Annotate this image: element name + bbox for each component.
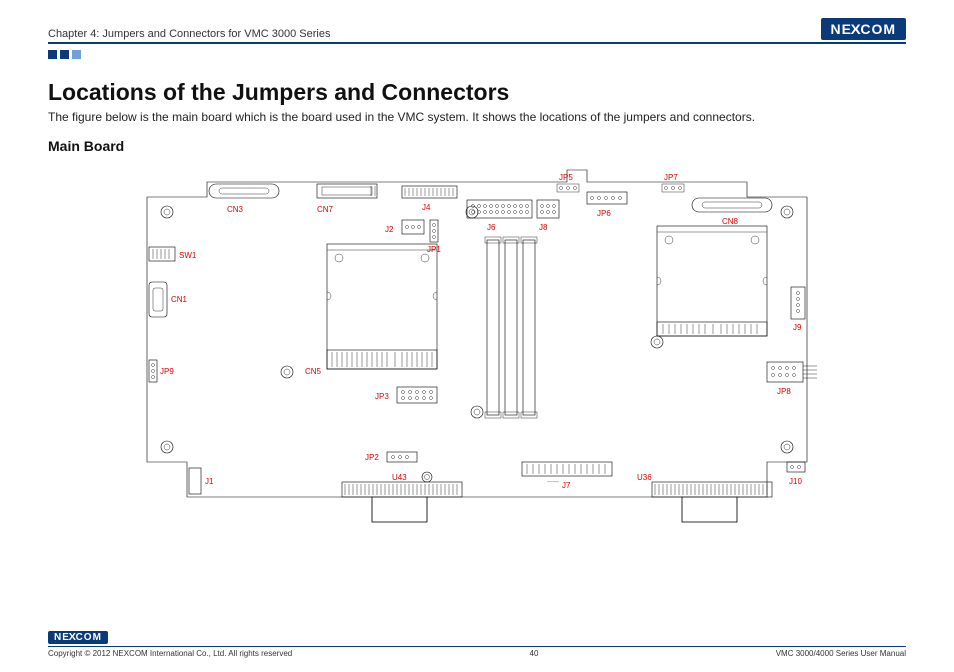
label-j6: J6 (487, 223, 496, 232)
decorative-squares (48, 50, 906, 59)
page-header: Chapter 4: Jumpers and Connectors for VM… (48, 18, 906, 40)
footer-brand-logo: NEXCOM (48, 631, 108, 644)
label-jp7: JP7 (664, 173, 678, 182)
label-j2: J2 (385, 225, 394, 234)
label-jp2: JP2 (365, 453, 379, 462)
label-j1: J1 (205, 477, 214, 486)
label-j7: J7 (562, 481, 571, 490)
label-cn5: CN5 (305, 367, 322, 376)
page-title: Locations of the Jumpers and Connectors (48, 79, 906, 106)
board-diagram-container: CN3 CN7 J4 (48, 162, 906, 532)
label-j9: J9 (793, 323, 802, 332)
label-j10: J10 (789, 477, 802, 486)
footer-doc-title: VMC 3000/4000 Series User Manual (776, 649, 906, 658)
label-cn7: CN7 (317, 205, 334, 214)
logo-x-icon: X (850, 21, 861, 37)
label-jp6: JP6 (597, 209, 611, 218)
chapter-title: Chapter 4: Jumpers and Connectors for VM… (48, 28, 330, 40)
label-u36: U36 (637, 473, 652, 482)
label-jp5: JP5 (559, 173, 573, 182)
svg-text:———: ——— (547, 478, 559, 483)
label-jp3: JP3 (375, 392, 389, 401)
label-u43: U43 (392, 473, 407, 482)
footer-page-number: 40 (530, 649, 539, 658)
label-jp9: JP9 (160, 367, 174, 376)
page-footer: NEXCOM Copyright © 2012 NEXCOM Internati… (48, 631, 906, 658)
label-j8: J8 (539, 223, 548, 232)
section-subtitle: Main Board (48, 138, 906, 154)
main-board-diagram: CN3 CN7 J4 (127, 162, 827, 532)
label-jp8: JP8 (777, 387, 791, 396)
footer-copyright: Copyright © 2012 NEXCOM International Co… (48, 649, 292, 658)
label-cn1: CN1 (171, 295, 188, 304)
label-cn8: CN8 (722, 217, 739, 226)
brand-logo: NEXCOM (821, 18, 906, 40)
label-cn3: CN3 (227, 205, 244, 214)
label-jp1: JP1 (427, 245, 441, 254)
header-divider (48, 42, 906, 44)
label-sw1: SW1 (179, 251, 197, 260)
page-description: The figure below is the main board which… (48, 110, 906, 124)
label-j4: J4 (422, 203, 431, 212)
